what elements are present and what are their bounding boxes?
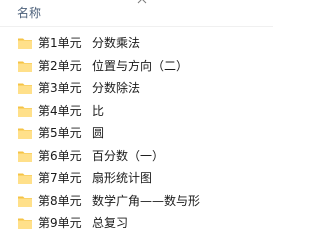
folder-row-unit-8[interactable]: 第8单元 数学广角——数与形 — [0, 190, 273, 213]
name-column-header[interactable]: 名称 — [0, 0, 273, 27]
folder-icon — [17, 35, 33, 51]
folder-row-unit-4[interactable]: 第4单元 比 — [0, 100, 273, 123]
file-explorer-pane: 名称 第1单元 分数乘法 第2单元 位置与方向（二） 第3单元 分数除法 第4单… — [0, 0, 273, 230]
folder-title-label: 百分数（一） — [92, 148, 165, 163]
folder-row-unit-5[interactable]: 第5单元 圆 — [0, 122, 273, 145]
folder-unit-label: 第5单元 — [38, 126, 82, 140]
folder-unit-label: 第8单元 — [38, 193, 82, 208]
chevron-up-icon[interactable] — [137, 0, 147, 5]
folder-unit-label: 第4单元 — [38, 103, 82, 118]
folder-title-label: 分数除法 — [92, 81, 141, 95]
folder-unit-label: 第6单元 — [38, 148, 82, 163]
folder-icon — [17, 80, 33, 96]
folder-row-unit-3[interactable]: 第3单元 分数除法 — [0, 77, 273, 100]
folder-icon — [17, 193, 33, 209]
folder-unit-label: 第3单元 — [38, 81, 82, 95]
folder-title-label: 比 — [92, 103, 105, 118]
folder-icon — [17, 125, 33, 141]
folder-unit-label: 第2单元 — [38, 58, 82, 73]
folder-row-unit-2[interactable]: 第2单元 位置与方向（二） — [0, 55, 273, 78]
folder-title-label: 圆 — [92, 126, 105, 140]
folder-unit-label: 第1单元 — [38, 36, 82, 50]
folder-row-unit-6[interactable]: 第6单元 百分数（一） — [0, 145, 273, 168]
folder-row-unit-9[interactable]: 第9单元 总复习 — [0, 212, 273, 235]
folder-title-label: 分数乘法 — [92, 36, 141, 50]
folder-title-label: 位置与方向（二） — [92, 58, 189, 73]
folder-icon — [17, 58, 33, 74]
folder-row-unit-7[interactable]: 第7单元 扇形统计图 — [0, 167, 273, 190]
folder-icon — [17, 103, 33, 119]
folder-icon — [17, 215, 33, 231]
folder-unit-label: 第9单元 — [38, 216, 82, 230]
folder-icon — [17, 148, 33, 164]
name-column-label: 名称 — [17, 6, 42, 20]
file-list: 第1单元 分数乘法 第2单元 位置与方向（二） 第3单元 分数除法 第4单元 比… — [0, 32, 273, 235]
folder-icon — [17, 170, 33, 186]
folder-title-label: 扇形统计图 — [92, 171, 153, 185]
folder-title-label: 总复习 — [92, 216, 129, 230]
folder-title-label: 数学广角——数与形 — [92, 193, 201, 208]
folder-unit-label: 第7单元 — [38, 171, 82, 185]
folder-row-unit-1[interactable]: 第1单元 分数乘法 — [0, 32, 273, 55]
